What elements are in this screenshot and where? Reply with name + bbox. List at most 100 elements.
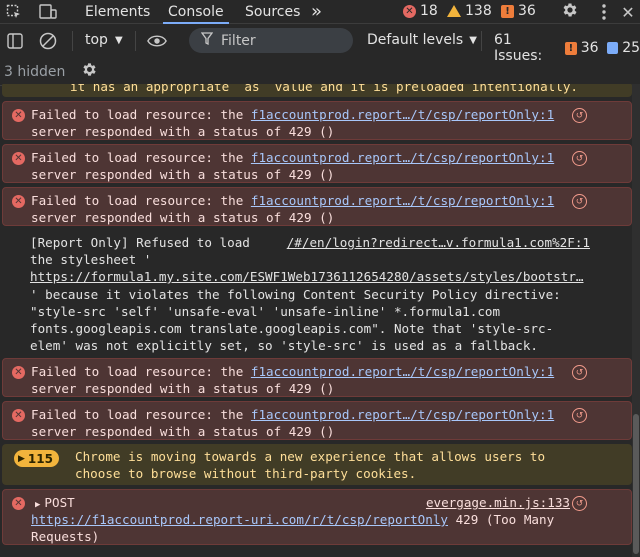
error-icon: ✕ (403, 4, 416, 18)
filter-input[interactable]: Filter (189, 28, 353, 53)
network-request-icon[interactable]: ↺ (572, 496, 587, 511)
network-request-icon[interactable]: ↺ (572, 194, 587, 209)
warning-counter[interactable]: 138 (447, 3, 492, 19)
filter-placeholder: Filter (221, 32, 256, 49)
close-devtools-icon[interactable]: ✕ (618, 2, 638, 22)
warning-icon (447, 5, 461, 17)
scrollbar-thumb[interactable] (633, 414, 639, 554)
console-error-message[interactable]: ✕ ▶ POST evergage.min.js:133 ↺ https://f1… (2, 489, 632, 545)
message-text: elem' was not explicitly set, so 'style-… (30, 338, 538, 353)
play-triangle-icon: ▶ (18, 453, 25, 464)
chevron-down-icon: ▼ (469, 35, 477, 46)
error-icon: ✕ (12, 409, 25, 422)
network-request-icon[interactable]: ↺ (572, 365, 587, 380)
message-text: server responded with a status of 429 () (31, 210, 335, 225)
issue-error-icon: ! (565, 41, 577, 55)
message-text: 429 (Too Many (448, 512, 555, 527)
message-text: choose to browse without third-party coo… (75, 466, 417, 481)
context-selector[interactable]: top ▼ (85, 32, 123, 48)
message-text: Failed to load resource: the (31, 193, 251, 208)
request-method: POST (44, 495, 75, 510)
issues-counter[interactable]: ! 36 (501, 3, 536, 19)
console-error-message[interactable]: ✕ Failed to load resource: the f1account… (2, 401, 632, 440)
device-toolbar-icon[interactable] (38, 2, 58, 22)
inspect-element-icon[interactable] (4, 2, 24, 22)
message-text: ' because it violates the following Cont… (30, 287, 561, 302)
console-info-message[interactable]: [Report Only] Refused to load /#/en/logi… (2, 230, 632, 356)
network-request-icon[interactable]: ↺ (572, 108, 587, 123)
error-icon: ✕ (12, 195, 25, 208)
console-scrollbar[interactable] (632, 84, 640, 557)
message-text: server responded with a status of 429 () (31, 167, 335, 182)
console-toolbar: top ▼ Filter Default levels ▼ 61 Issues:… (0, 25, 640, 64)
console-error-message[interactable]: ✕ Failed to load resource: the f1account… (2, 358, 632, 397)
message-text: server responded with a status of 429 () (31, 381, 335, 396)
message-line: https://f1accountprod.report-uri.com/r/t… (31, 512, 554, 527)
issues-count: 36 (518, 3, 536, 19)
network-request-icon[interactable]: ↺ (572, 408, 587, 423)
message-text: Failed to load resource: the (31, 407, 251, 422)
error-count: 18 (420, 3, 438, 19)
expand-triangle-icon[interactable]: ▶ (35, 500, 40, 510)
issues-error-count: 36 (580, 40, 599, 56)
stylesheet-url-link[interactable]: https://formula1.my.site.com/ESWF1Web173… (30, 269, 584, 284)
source-link[interactable]: f1accountprod.report…/t/csp/reportOnly:1 (251, 150, 554, 165)
source-link[interactable]: /#/en/login?redirect…v.formula1.com%2F:1 (287, 235, 590, 250)
hidden-messages-bar: 3 hidden (0, 58, 640, 86)
log-levels-label: Default levels (367, 32, 464, 48)
issue-info-icon (606, 42, 619, 54)
issues-info-count: 25 (622, 40, 640, 56)
filter-funnel-icon (200, 32, 214, 49)
error-icon: ✕ (12, 152, 25, 165)
console-warning-message[interactable]: ▶ 115 Chrome is moving towards a new exp… (2, 444, 632, 485)
settings-gear-icon[interactable] (560, 0, 580, 20)
message-line: Failed to load resource: the f1accountpr… (31, 407, 554, 422)
sidebar-toggle-icon[interactable] (5, 31, 25, 51)
issue-icon: ! (501, 4, 514, 18)
source-link[interactable]: f1accountprod.report…/t/csp/reportOnly:1 (251, 107, 554, 122)
source-link[interactable]: evergage.min.js:133 (426, 495, 570, 510)
more-tabs-button[interactable]: » (302, 0, 331, 24)
repeat-count-badge: ▶ 115 (14, 450, 59, 467)
toolbar-divider (72, 31, 73, 51)
message-text: Chrome is moving towards a new experienc… (75, 449, 546, 464)
request-url-link[interactable]: https://f1accountprod.report-uri.com/r/t… (31, 512, 448, 527)
console-messages[interactable]: it has an appropriate `as` value and it … (0, 84, 640, 557)
console-error-message[interactable]: ✕ Failed to load resource: the f1account… (2, 101, 632, 140)
error-counter[interactable]: ✕ 18 (403, 3, 438, 19)
message-text: it has an appropriate `as` value and it … (70, 84, 578, 94)
more-options-icon[interactable] (594, 2, 614, 22)
console-settings-gear-icon[interactable] (81, 61, 98, 82)
source-link[interactable]: f1accountprod.report…/t/csp/reportOnly:1 (251, 407, 554, 422)
console-error-message[interactable]: ✕ Failed to load resource: the f1account… (2, 187, 632, 226)
message-line: Failed to load resource: the f1accountpr… (31, 107, 554, 122)
message-text: "style-src 'self' 'unsafe-eval' 'unsafe-… (30, 304, 501, 319)
repeat-count: 115 (27, 451, 53, 466)
error-icon: ✕ (12, 497, 25, 510)
source-link[interactable]: f1accountprod.report…/t/csp/reportOnly:1 (251, 364, 554, 379)
hidden-count: 3 hidden (4, 63, 66, 80)
tab-console[interactable]: Console (159, 0, 233, 24)
devtools-tabbar: Elements Console Sources » ✕ 18 138 ! 36… (0, 0, 640, 24)
log-levels-dropdown[interactable]: Default levels ▼ (367, 32, 477, 48)
toolbar-divider (481, 31, 482, 51)
network-request-icon[interactable]: ↺ (572, 151, 587, 166)
message-text: Failed to load resource: the (31, 364, 251, 379)
message-text: server responded with a status of 429 () (31, 124, 335, 139)
clear-console-icon[interactable] (38, 31, 58, 51)
message-text: the stylesheet ' (30, 252, 152, 267)
message-text: fonts.googleapis.com translate.googleapi… (30, 321, 554, 336)
message-text: Requests) (31, 529, 100, 544)
tab-elements[interactable]: Elements (76, 0, 159, 24)
warning-count: 138 (465, 3, 492, 19)
live-expression-eye-icon[interactable] (147, 31, 167, 51)
error-icon: ✕ (12, 366, 25, 379)
message-line: Failed to load resource: the f1accountpr… (31, 193, 554, 208)
console-error-message[interactable]: ✕ Failed to load resource: the f1account… (2, 144, 632, 183)
error-icon: ✕ (12, 109, 25, 122)
source-link[interactable]: f1accountprod.report…/t/csp/reportOnly:1 (251, 193, 554, 208)
message-text: Failed to load resource: the (31, 150, 251, 165)
tab-sources[interactable]: Sources (236, 0, 309, 24)
message-text: [Report Only] Refused to load (30, 235, 250, 250)
message-line: Failed to load resource: the f1accountpr… (31, 364, 554, 379)
